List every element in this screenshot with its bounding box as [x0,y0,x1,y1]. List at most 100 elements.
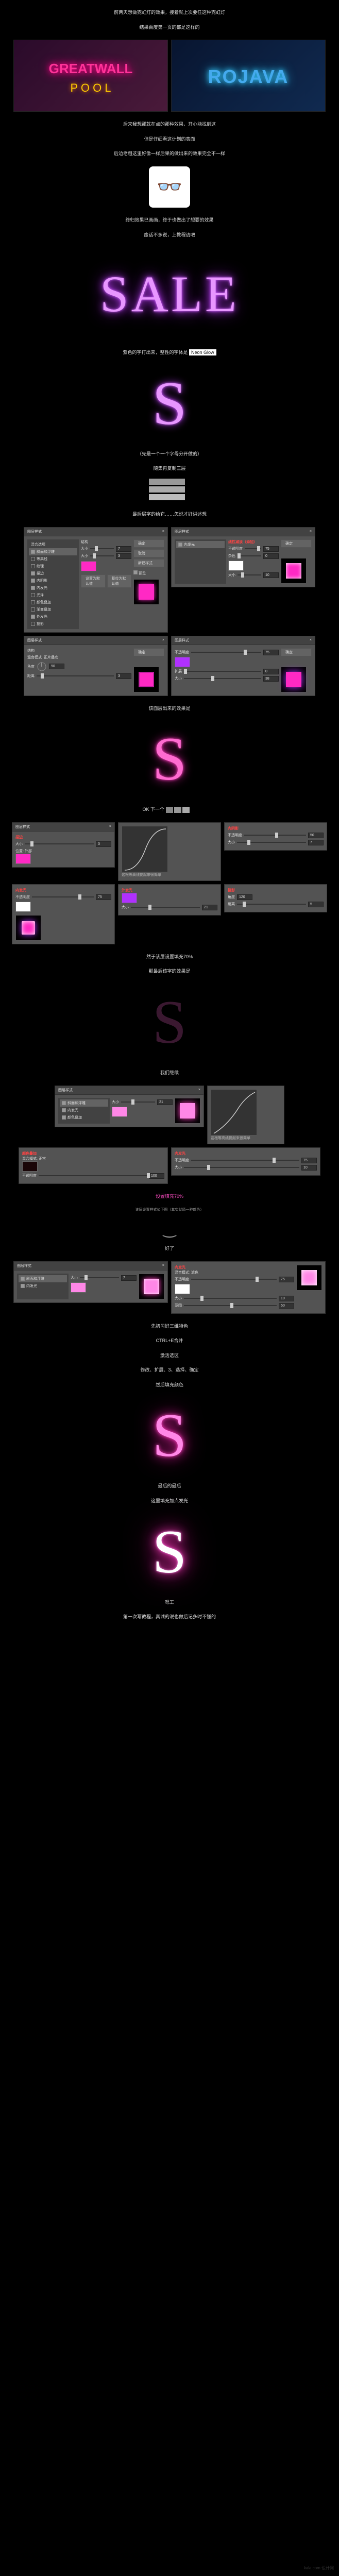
close-icon[interactable]: × [162,638,164,642]
color-swatch-purple[interactable] [175,657,190,667]
slider-distance[interactable]: 距离5 [228,902,324,907]
fx-item-inner-glow[interactable]: 内发光 [60,1107,108,1114]
checkbox-icon[interactable] [31,593,35,597]
value[interactable]: 21 [157,1099,173,1105]
color-swatch-magenta[interactable] [81,561,96,571]
fx-item-grad-overlay[interactable]: 渐变叠加 [29,606,77,613]
make-default-button[interactable]: 设置为默认值 [81,574,106,588]
fx-item-drop-shadow[interactable]: 投影 [29,620,77,628]
close-icon[interactable]: × [310,638,312,642]
blend-row[interactable]: 混合模式: 滤色 [175,1270,294,1275]
slider-opacity[interactable]: 不透明度75 [228,546,279,552]
checkbox-icon[interactable] [31,557,35,561]
fx-item-contour[interactable]: 等高线 [29,555,77,563]
slider-size[interactable]: 大小10 [175,1165,317,1171]
value[interactable]: 3 [116,673,131,679]
slider-angle[interactable]: 角度90 [27,662,131,672]
ok-button[interactable]: 确定 [133,648,164,656]
checkbox-icon[interactable] [21,1284,25,1288]
fx-item-bevel[interactable]: 斜面和浮雕 [29,548,77,555]
fx-item-stroke[interactable]: 描边 [29,570,77,577]
value[interactable]: 7 [308,840,324,845]
color-swatch[interactable] [15,854,31,864]
slider-blend[interactable]: 混合模式 正片叠底 [27,655,131,660]
checkbox-icon[interactable] [31,615,35,619]
ok-button[interactable]: 确定 [281,648,312,656]
fx-item-inner-glow[interactable]: 内发光 [29,584,77,591]
slider-depth[interactable]: 大小21 [112,1099,173,1105]
slider-opacity[interactable]: 不透明度50 [228,833,324,838]
checkbox-icon[interactable] [31,607,35,612]
fx-item-inner-glow[interactable]: 内发光 [19,1282,67,1290]
close-icon[interactable]: × [109,825,111,828]
value[interactable]: 7 [116,546,131,552]
color-swatch[interactable] [112,1107,127,1117]
fx-item-color-overlay[interactable]: 颜色叠加 [29,599,77,606]
value[interactable]: 10 [279,1296,294,1301]
checkbox-icon[interactable] [31,550,35,554]
ok-button[interactable]: 确定 [133,539,164,548]
value[interactable]: 3 [116,553,131,559]
value[interactable]: 10 [301,1165,317,1171]
slider-opacity[interactable]: 不透明度75 [175,1158,317,1163]
slider-size[interactable]: 大小10 [175,1296,294,1301]
fx-item-bevel[interactable]: 斜面和浮雕 [60,1099,108,1107]
slider-size[interactable]: 大小3 [15,841,111,847]
checkbox-icon[interactable] [62,1115,66,1120]
new-style-button[interactable]: 新建样式 [133,559,164,567]
value[interactable]: 38 [263,676,279,682]
fx-item-inner-glow[interactable]: 内发光 [176,541,225,548]
value[interactable]: 0 [263,669,279,674]
value[interactable]: 75 [279,1277,294,1282]
stroke-position[interactable]: 位置: 外部 [15,849,111,854]
checkbox-icon[interactable] [31,586,35,590]
value[interactable]: 21 [202,905,217,910]
color-swatch-white[interactable] [228,561,244,571]
checkbox-icon[interactable] [31,579,35,583]
slider-opacity[interactable]: 不透明度75 [15,894,111,900]
close-icon[interactable]: × [310,530,312,533]
value[interactable]: 75 [263,650,279,655]
close-icon[interactable]: × [162,530,164,533]
slider-depth[interactable]: 大小7 [81,546,131,552]
fx-item-outer-glow[interactable]: 外发光 [29,613,77,620]
slider-size[interactable]: 大小21 [122,905,217,910]
preview-checkbox[interactable] [133,570,138,574]
color-swatch[interactable] [71,1282,86,1293]
slider-size[interactable]: 大小38 [175,676,279,682]
checkbox-icon[interactable] [31,571,35,575]
checkbox-icon[interactable] [62,1101,66,1105]
checkbox-icon[interactable] [31,564,35,568]
contour-curve[interactable] [122,826,168,872]
fx-item-blend[interactable]: 混合选项 [29,541,77,548]
value[interactable]: 75 [263,546,279,552]
slider-distance[interactable]: 距离3 [27,673,131,679]
checkbox-icon[interactable] [31,622,35,626]
slider-range[interactable]: 范围50 [175,1303,294,1309]
ok-button[interactable]: 确定 [281,539,312,548]
value[interactable]: 75 [96,894,111,900]
value[interactable]: 50 [279,1303,294,1309]
color-swatch[interactable] [15,902,31,912]
value[interactable]: 3 [96,841,111,847]
fx-item-texture[interactable]: 纹理 [29,563,77,570]
checkbox-icon[interactable] [31,600,35,604]
slider-opacity[interactable]: 不透明度75 [175,1277,294,1282]
value[interactable]: 7 [121,1275,137,1281]
slider-noise[interactable]: 杂色0 [228,553,279,559]
checkbox-icon[interactable] [21,1277,25,1281]
slider-spread[interactable]: 扩展0 [175,669,279,674]
fx-item-inner-shadow[interactable]: 内阴影 [29,577,77,584]
value[interactable]: 100 [149,1173,164,1179]
close-icon[interactable]: × [162,1264,164,1267]
value[interactable]: 120 [237,894,252,900]
slider-size[interactable]: 大小10 [228,572,279,578]
slider-angle[interactable]: 角度120 [228,894,324,900]
color-swatch[interactable] [175,1284,190,1294]
color-swatch-dark[interactable] [22,1161,38,1172]
reset-default-button[interactable]: 复位为默认值 [107,574,132,588]
slider-opacity[interactable]: 不透明度75 [175,650,279,655]
cancel-button[interactable]: 取消 [133,549,164,557]
value[interactable]: 50 [308,833,324,838]
value[interactable]: 0 [263,553,279,559]
